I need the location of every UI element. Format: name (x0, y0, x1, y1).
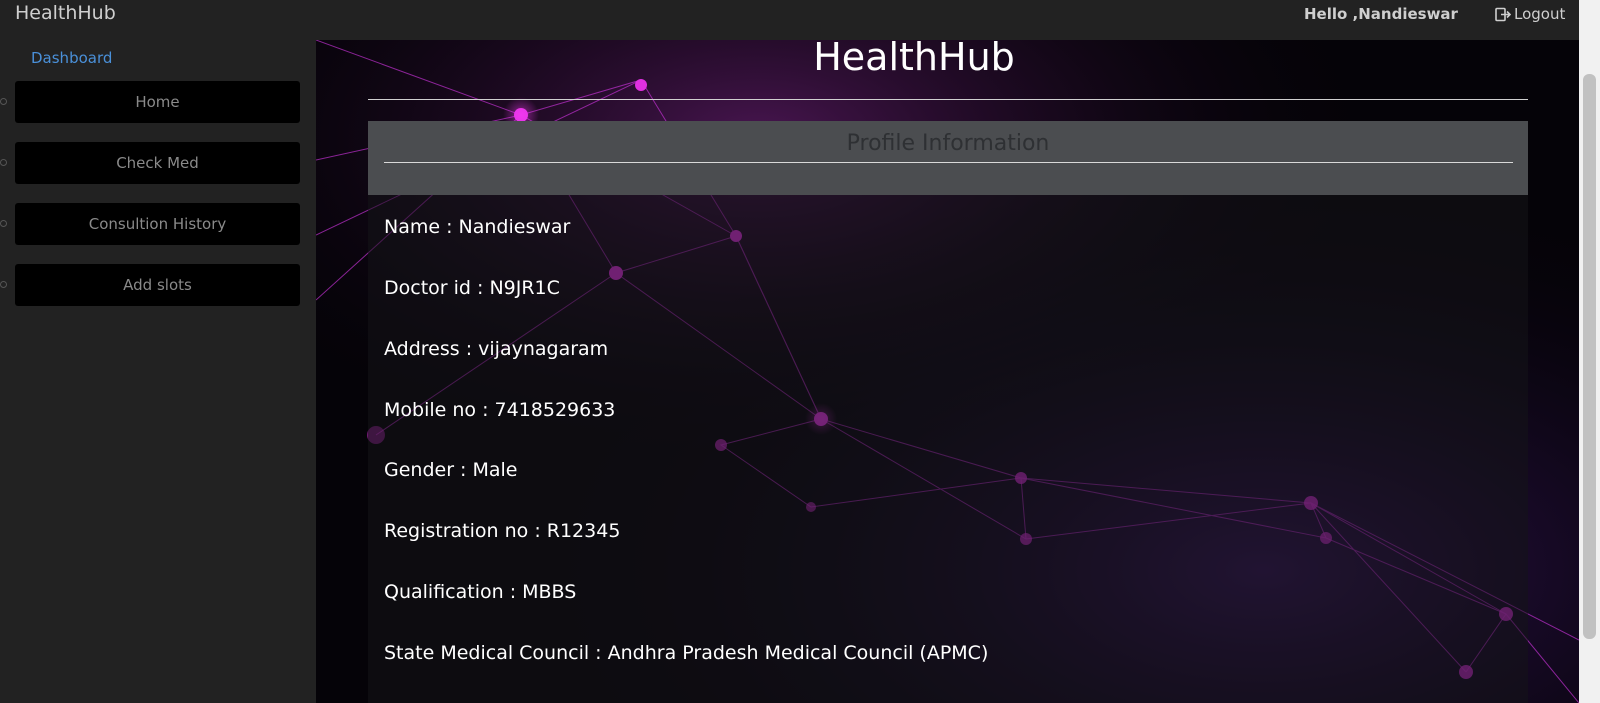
bullet-icon (0, 281, 7, 288)
bullet-icon (0, 220, 7, 227)
page-title: HealthHub (813, 40, 1015, 79)
profile-card: Profile Information Name : Nandieswar Do… (368, 121, 1528, 703)
profile-card-title: Profile Information (846, 131, 1050, 156)
profile-field-doctor-id: Doctor id : N9JR1C (384, 277, 560, 299)
logout-link[interactable]: Logout (1495, 5, 1565, 23)
sidebar-item-home[interactable]: Home (15, 81, 300, 123)
scrollbar-thumb[interactable] (1583, 74, 1596, 639)
profile-field-name: Name : Nandieswar (384, 216, 571, 238)
bullet-icon (0, 159, 7, 166)
profile-field-qualification: Qualification : MBBS (384, 581, 577, 603)
logout-label: Logout (1514, 5, 1566, 23)
main-content: HealthHub Profile Information Name : Nan… (316, 40, 1579, 703)
sidebar-item-label: Consultion History (88, 215, 227, 233)
bullet-icon (0, 98, 7, 105)
sidebar-item-consultation-history[interactable]: Consultion History (15, 203, 300, 245)
brand-logo[interactable]: HealthHub (15, 2, 116, 24)
profile-field-medical-council: State Medical Council : Andhra Pradesh M… (384, 642, 989, 664)
sidebar-item-add-slots[interactable]: Add slots (15, 264, 300, 306)
page-scrollbar[interactable] (1579, 0, 1600, 703)
sidebar-item-label: Add slots (123, 276, 192, 294)
profile-field-registration: Registration no : R12345 (384, 520, 621, 542)
profile-field-mobile: Mobile no : 7418529633 (384, 399, 616, 421)
sidebar: Dashboard Home Check Med Consultion Hist… (0, 40, 316, 703)
logout-icon (1495, 7, 1511, 22)
profile-card-divider (384, 162, 1513, 163)
sidebar-item-label: Check Med (116, 154, 199, 172)
top-navbar: HealthHub Hello ,Nandieswar Logout (0, 0, 1580, 40)
sidebar-dashboard-link[interactable]: Dashboard (31, 49, 112, 67)
sidebar-item-check-med[interactable]: Check Med (15, 142, 300, 184)
user-greeting: Hello ,Nandieswar (1304, 5, 1458, 23)
profile-field-gender: Gender : Male (384, 459, 518, 481)
title-divider (368, 99, 1528, 100)
sidebar-item-label: Home (135, 93, 180, 111)
profile-card-header: Profile Information (368, 121, 1528, 195)
profile-field-address: Address : vijaynagaram (384, 338, 609, 360)
